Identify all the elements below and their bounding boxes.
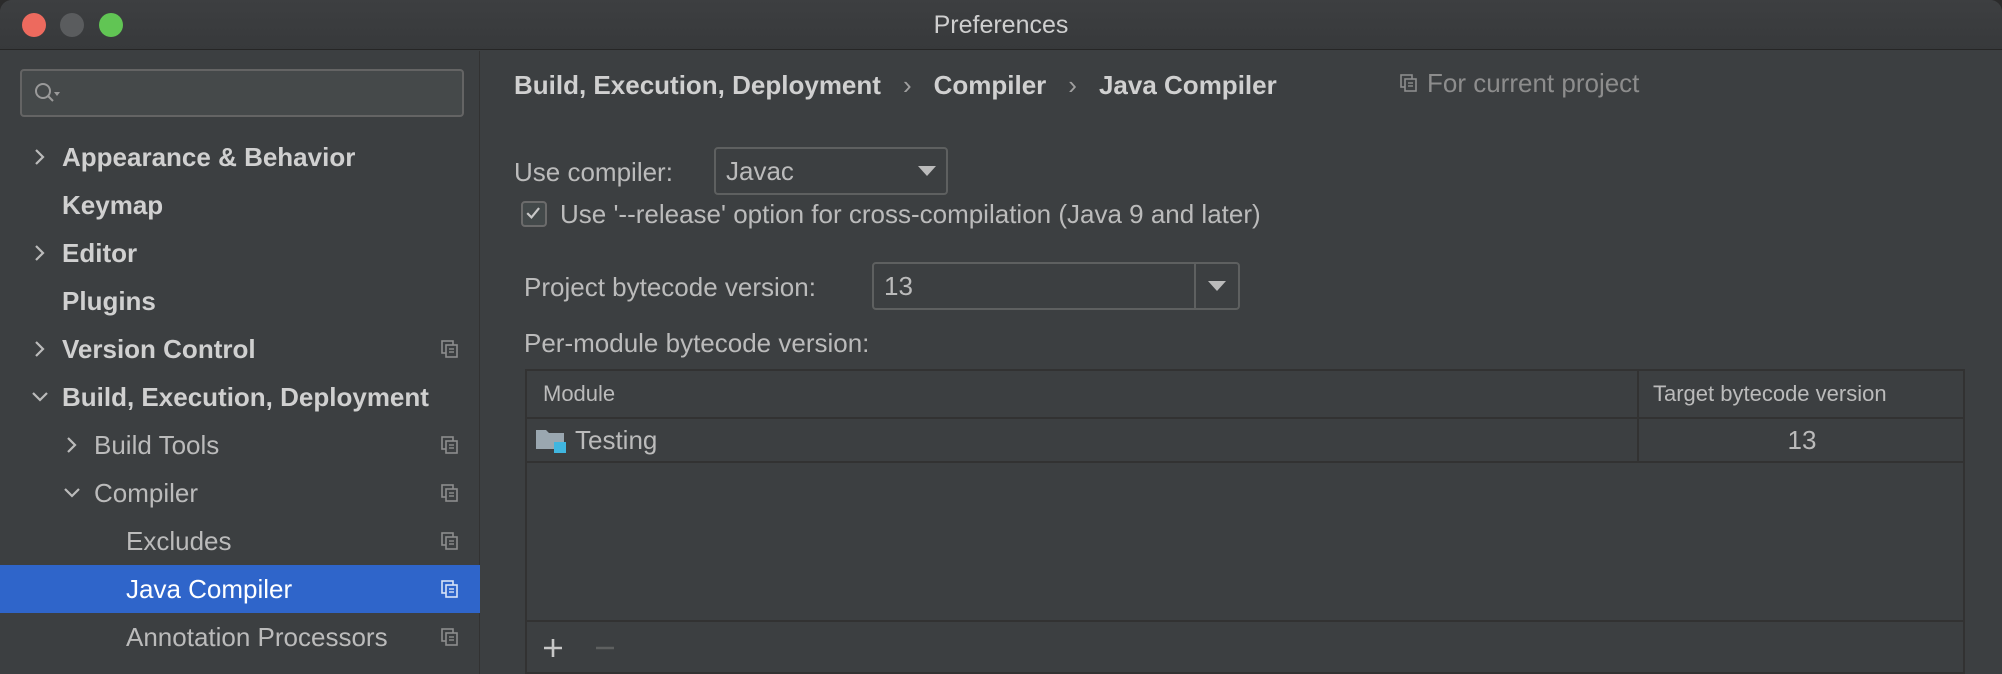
sidebar-item-label: Compiler [94,478,199,508]
breadcrumb: Build, Execution, Deployment › Compiler › Ja… [514,65,1277,101]
project-scope-icon [441,340,458,358]
preferences-window: Preferences Appearance & Behavior Keymap E… [0,0,2002,674]
project-scope-icon [441,628,458,646]
release-option-checkbox[interactable] [521,201,547,227]
project-scope-icon [1400,74,1417,92]
scope-label: For current project [1427,68,1640,98]
sidebar-item-label: Keymap [62,190,164,220]
chevron-down-icon[interactable] [62,483,82,503]
chevron-right-icon[interactable] [62,435,82,455]
remove-icon[interactable] [591,634,619,662]
module-name: Testing [575,425,658,455]
add-icon[interactable] [539,634,567,662]
project-scope-icon [441,532,458,550]
compiler-select-value: Javac [726,156,794,186]
release-option-label: Use '--release' option for cross-compila… [560,199,1261,229]
chevron-down-icon [1208,281,1226,291]
sidebar-item-label: Version Control [62,334,256,364]
use-compiler-label: Use compiler: [514,157,673,187]
project-scope-icon [441,580,458,598]
module-folder-icon [536,430,566,454]
chevron-down-icon[interactable] [30,387,50,407]
sidebar-item-label: Excludes [126,526,232,556]
breadcrumb-item: Java Compiler [1098,70,1277,101]
combo-divider [1194,264,1196,308]
compiler-select[interactable]: Javac [714,147,948,195]
module-bytecode-table: Module Target bytecode version Testing 1… [525,369,1965,674]
checkmark-icon [526,207,540,220]
project-bytecode-select[interactable]: 13 [872,262,1240,310]
chevron-right-icon[interactable] [30,339,50,359]
sidebar-item-label: Annotation Processors [126,622,388,652]
sidebar-item[interactable]: Build Tools [0,421,480,469]
sidebar-item-label: Java Compiler [126,574,293,604]
sidebar-item[interactable]: Excludes [0,517,480,565]
settings-search-input[interactable] [20,69,464,117]
project-scope-icon [441,484,458,502]
java-compiler-panel: Build, Execution, Deployment › Compiler › Ja… [481,51,2002,674]
breadcrumb-separator: › [902,70,912,101]
sidebar-item-label: Plugins [62,286,156,316]
search-icon [35,83,60,102]
breadcrumb-item: Compiler [933,70,1047,101]
sidebar-item[interactable]: Java Compiler [0,565,480,613]
scope-indicator: For current project [1399,65,1639,101]
table-header: Module Target bytecode version [527,371,1963,419]
column-header-module[interactable]: Module [543,371,615,417]
sidebar-item[interactable]: Keymap [0,181,480,229]
module-cell[interactable]: Testing [535,419,657,461]
breadcrumb-separator: › [1068,70,1077,101]
sidebar-item[interactable]: Appearance & Behavior [0,133,480,181]
project-scope-icon [441,436,458,454]
sidebar-item[interactable]: Annotation Processors [0,613,480,661]
table-toolbar [527,620,1963,672]
sidebar-item[interactable]: Compiler [0,469,480,517]
per-module-label: Per-module bytecode version: [524,328,870,358]
chevron-right-icon[interactable] [30,243,50,263]
column-header-target-version[interactable]: Target bytecode version [1653,371,1887,417]
sidebar-item-label: Build Tools [94,430,220,460]
chevron-right-icon[interactable] [30,147,50,167]
breadcrumb-item: Build, Execution, Deployment [514,70,881,101]
window-title: Preferences [933,11,1069,39]
chevron-down-icon [918,166,936,176]
sidebar-item[interactable]: Plugins [0,277,480,325]
table-row[interactable]: Testing 13 [527,419,1963,463]
sidebar-item-label: Editor [62,238,138,268]
sidebar-item-label: Build, Execution, Deployment [62,382,429,412]
target-version-cell[interactable]: 13 [1639,419,1965,461]
sidebar-item[interactable]: Editor [0,229,480,277]
sidebar-item[interactable]: Build, Execution, Deployment [0,373,480,421]
project-bytecode-value: 13 [884,271,913,301]
project-bytecode-label: Project bytecode version: [524,272,816,302]
sidebar-item[interactable]: Version Control [0,325,480,373]
sidebar-item-label: Appearance & Behavior [62,142,356,172]
title-bar: Preferences [0,0,2002,50]
settings-sidebar: Appearance & Behavior Keymap Editor Plugins… [0,51,480,674]
